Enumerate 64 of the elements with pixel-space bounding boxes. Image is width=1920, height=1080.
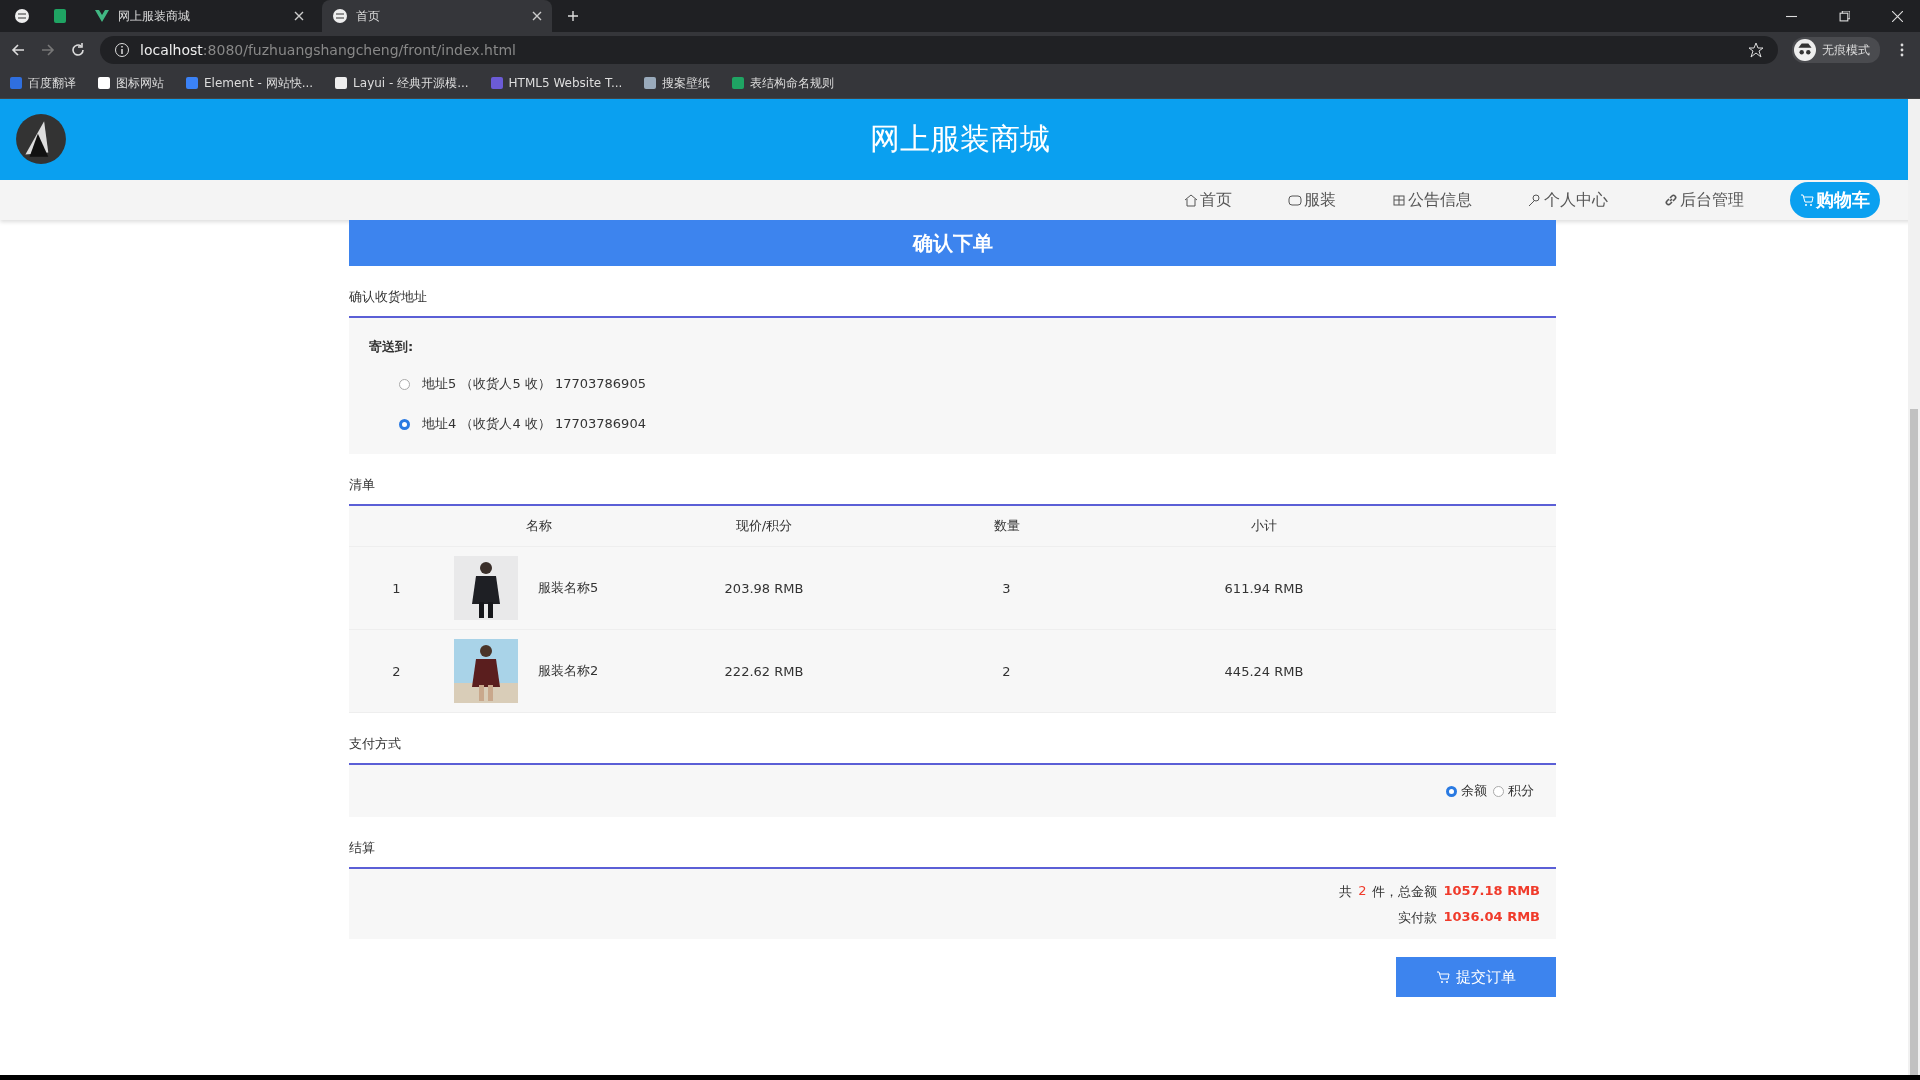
back-icon[interactable] — [10, 42, 26, 58]
column-header: 小计 — [1250, 517, 1278, 535]
address-bar[interactable]: localhost:8080/fuzhuangshangcheng/front/index.html — [100, 36, 1778, 64]
bookmark[interactable]: 搜案壁纸 — [644, 74, 711, 92]
bookmark[interactable]: HTML5 Website T... — [490, 76, 623, 90]
price-cell-text: 203.98 RMB — [723, 580, 805, 596]
bookmark[interactable]: 表结构命名规则 — [732, 74, 835, 92]
payment-option[interactable]: 积分 — [1493, 782, 1534, 800]
browser-icon[interactable] — [14, 8, 30, 24]
submit-order-button[interactable]: 提交订单 — [1396, 957, 1556, 997]
logo-icon[interactable] — [15, 113, 67, 165]
total-amount: 1057.18 RMB — [1443, 883, 1540, 900]
payment-option[interactable]: 余额 — [1446, 782, 1487, 800]
new-tab-icon[interactable] — [568, 11, 578, 21]
star-icon[interactable] — [1748, 42, 1764, 58]
total-label: 共 — [1339, 883, 1353, 901]
browser-tab[interactable]: 首页 — [322, 0, 552, 32]
forward-icon[interactable] — [40, 42, 56, 58]
globe-icon — [332, 8, 348, 24]
paid-label: 实付款 — [1398, 909, 1438, 927]
nav-link[interactable]: 个人中心 — [1518, 183, 1618, 217]
paid-amount: 1036.04 RMB — [1443, 909, 1540, 926]
subtotal-cell-text: 445.24 RMB — [1223, 663, 1305, 679]
column-header: 现价/积分 — [734, 517, 794, 535]
home-icon — [1184, 193, 1198, 207]
price-cell-text: 222.62 RMB — [723, 663, 805, 679]
product-name: 服装名称2 — [538, 662, 599, 680]
site-title: 网上服装商城 — [870, 120, 1050, 158]
row-number: 1 — [391, 580, 402, 596]
ship-to-label: 寄送到: — [369, 338, 415, 356]
subtotal-cell-text: 611.94 RMB — [1223, 580, 1305, 596]
grid-icon — [1392, 193, 1406, 207]
page-title-bar: 确认下单 — [349, 220, 1556, 266]
product-name: 服装名称5 — [538, 579, 599, 597]
close-icon[interactable] — [532, 11, 542, 21]
quantity-cell-text: 2 — [1001, 663, 1012, 679]
bookmark[interactable]: 百度翻译 — [10, 74, 76, 92]
total-label: 件，总金额 — [1372, 883, 1438, 901]
address-option[interactable]: 地址4 （收货人4 收） 17703786904 — [369, 404, 1536, 444]
row-number: 2 — [391, 663, 402, 679]
nav-link[interactable]: 服装 — [1278, 183, 1346, 217]
item-count: 2 — [1358, 883, 1367, 900]
column-header: 数量 — [992, 517, 1021, 535]
browser-tab[interactable]: 网上服装商城 — [84, 0, 314, 32]
column-header: 名称 — [525, 517, 553, 535]
sheet-icon[interactable] — [52, 8, 68, 24]
address-option[interactable]: 地址5 （收货人5 收） 17703786905 — [369, 364, 1536, 404]
bookmark[interactable]: Element - 网站快... — [186, 74, 314, 92]
reload-icon[interactable] — [70, 42, 86, 58]
nav-link[interactable]: 公告信息 — [1382, 183, 1482, 217]
incognito-badge[interactable]: 无痕模式 — [1792, 37, 1880, 63]
incognito-icon — [1794, 39, 1816, 61]
bookmark[interactable]: Layui - 经典开源模... — [335, 74, 469, 92]
v-logo-icon — [94, 8, 110, 24]
nav-link[interactable]: 首页 — [1174, 183, 1242, 217]
info-icon — [114, 42, 130, 58]
quantity-cell-text: 3 — [1001, 580, 1012, 596]
bookmark[interactable]: 图标网站 — [98, 74, 164, 92]
cart-icon — [1800, 193, 1814, 207]
link-icon — [1664, 193, 1678, 207]
close-icon[interactable] — [294, 11, 304, 21]
nav-link[interactable]: 后台管理 — [1654, 183, 1754, 217]
cart-icon — [1436, 970, 1450, 984]
scrollbar[interactable] — [1908, 99, 1920, 1075]
